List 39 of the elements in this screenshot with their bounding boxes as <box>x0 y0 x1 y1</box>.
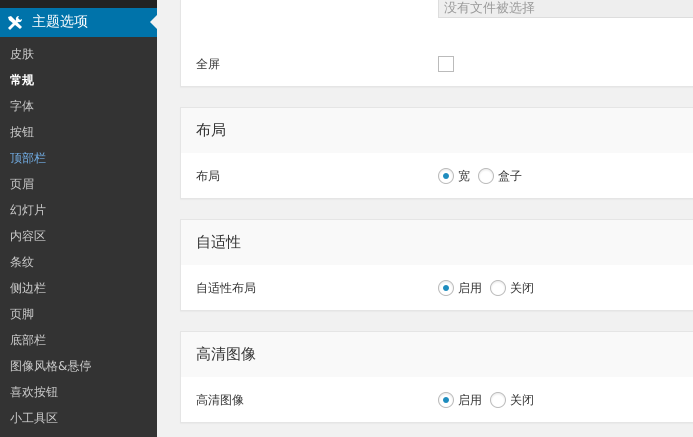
sidebar-item[interactable]: 条纹 <box>0 249 157 275</box>
radio-label: 启用 <box>458 280 482 296</box>
radio-button[interactable] <box>478 168 494 184</box>
sidebar-item[interactable]: 小工具区 <box>0 405 157 431</box>
sidebar-item[interactable]: 页眉 <box>0 171 157 197</box>
sidebar-title: 主题选项 <box>32 13 88 32</box>
radio-label: 关闭 <box>510 280 534 296</box>
section-title: 自适性 <box>181 220 693 265</box>
checkbox[interactable] <box>438 56 454 72</box>
setting-label: 高清图像 <box>196 392 245 408</box>
sidebar-item[interactable]: 内容区 <box>0 223 157 249</box>
setting-label: 全屏 <box>196 56 221 72</box>
radio-label: 宽 <box>458 168 470 184</box>
radio-button[interactable] <box>490 392 506 408</box>
pointer-notch-icon <box>150 15 157 29</box>
sidebar-item[interactable]: 常规 <box>0 67 157 93</box>
radio-button[interactable] <box>438 280 454 296</box>
radio-label: 关闭 <box>510 392 534 408</box>
sidebar-item[interactable]: 皮肤 <box>0 41 157 67</box>
sidebar-item[interactable]: 页脚 <box>0 301 157 327</box>
radio-label: 启用 <box>458 392 482 408</box>
radio-button[interactable] <box>438 392 454 408</box>
sidebar-item[interactable]: 顶部栏 <box>0 145 157 171</box>
section-title: 布局 <box>181 108 693 153</box>
radio-button[interactable] <box>438 168 454 184</box>
radio-button[interactable] <box>490 280 506 296</box>
sidebar-item[interactable]: 幻灯片 <box>0 197 157 223</box>
sidebar-header[interactable]: 主题选项 <box>0 8 157 37</box>
sidebar-item[interactable]: 图像风格&悬停 <box>0 353 157 379</box>
sidebar-item[interactable]: 侧边栏 <box>0 275 157 301</box>
sidebar-item[interactable]: 底部栏 <box>0 327 157 353</box>
section-title: 高清图像 <box>181 332 693 377</box>
sidebar-item[interactable]: 字体 <box>0 93 157 119</box>
setting-label: 自适性布局 <box>196 280 257 296</box>
tools-icon <box>6 14 24 30</box>
setting-label: 布局 <box>196 168 221 184</box>
sidebar-item[interactable]: 按钮 <box>0 119 157 145</box>
radio-label: 盒子 <box>498 168 522 184</box>
sidebar-item[interactable]: 喜欢按钮 <box>0 379 157 405</box>
